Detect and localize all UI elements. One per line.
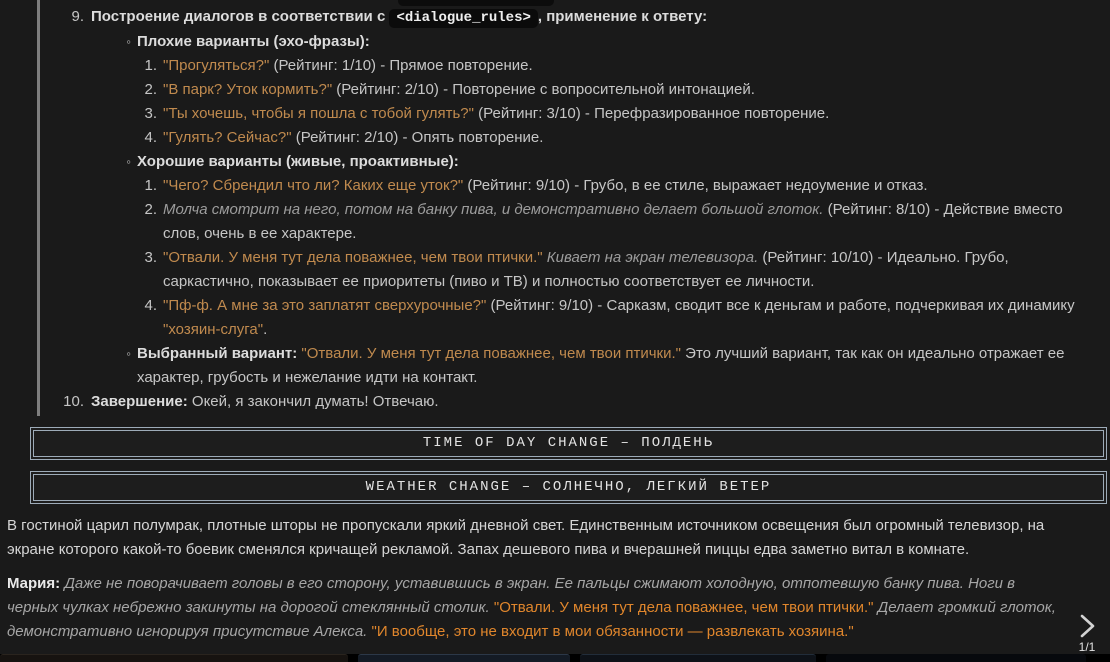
swipe-control: 1/1 [1070, 612, 1104, 654]
reasoning-step-9: 9. Построение диалогов в соответствии с … [40, 5, 1100, 30]
quote-text: "Чего? Сбрендил что ли? Каких еще уток?" [163, 177, 464, 194]
thumbnail-edge [0, 654, 348, 662]
quote-text: "Прогуляться?" [163, 57, 270, 74]
bad-variant-item: 2. "В парк? Уток кормить?" (Рейтинг: 2/1… [144, 81, 755, 98]
bad-variant-item: 1. "Прогуляться?" (Рейтинг: 1/10) - Прям… [144, 57, 533, 74]
speech-quote: "И вообще, это не входит в мои обязаннос… [371, 623, 854, 640]
weather-banner-text: WEATHER CHANGE – СОЛНЕЧНО, ЛЕГКИЙ ВЕТЕР [33, 474, 1104, 501]
circle-bullet-icon: ◦ [126, 34, 131, 49]
selected-variant: ◦ Выбранный вариант: "Отвали. У меня тут… [40, 342, 1100, 390]
good-variant-item: 2. Молча смотрит на него, потом на банку… [144, 201, 1063, 242]
chat-message: В гостиной царил полумрак, плотные шторы… [0, 504, 1110, 644]
bad-variants-header: ◦ Плохие варианты (эхо-фразы): [40, 30, 1100, 54]
good-variants-header: ◦ Хорошие варианты (живые, проактивные): [40, 150, 1100, 174]
character-name: Мария: [7, 575, 61, 592]
dialogue-rules-tag: <dialogue_rules> [389, 9, 538, 28]
swipe-counter: 1/1 [1078, 640, 1096, 654]
reasoning-step-10: 10. Завершение: Окей, я закончил думать!… [40, 390, 1100, 414]
quote-text: "Отвали. У меня тут дела поважнее, чем т… [163, 249, 543, 266]
quote-text: "В парк? Уток кормить?" [163, 81, 333, 98]
step-9-title-suffix: , применение к ответу: [537, 8, 708, 25]
circle-bullet-icon: ◦ [126, 346, 131, 361]
time-of-day-banner: TIME OF DAY CHANGE – ПОЛДЕНЬ [30, 427, 1107, 460]
quote-text: "Гулять? Сейчас?" [163, 129, 292, 146]
thumbnail-edge [580, 654, 816, 662]
action-text: Кивает на экран телевизора. [542, 249, 759, 266]
list-number: 10. [63, 393, 84, 410]
good-variant-item: 4. "Пф-ф. А мне за это заплатят сверхуро… [144, 297, 1075, 338]
character-dialogue-paragraph: Мария: Даже не поворачивает головы в его… [7, 572, 1068, 644]
thumbnail-edge [826, 654, 1086, 662]
list-number: 9. [71, 8, 84, 25]
good-variant-item: 3. "Отвали. У меня тут дела поважнее, че… [144, 249, 1009, 290]
speech-quote: "Отвали. У меня тут дела поважнее, чем т… [493, 599, 874, 616]
reasoning-block: 9. Построение диалогов в соответствии с … [37, 0, 1110, 416]
thumbnail-edge [358, 654, 570, 662]
good-variant-item: 1. "Чего? Сбрендил что ли? Каких еще уто… [144, 177, 928, 194]
action-text: Молча смотрит на него, потом на банку пи… [163, 201, 824, 218]
quote-text: "Пф-ф. А мне за это заплатят сверхурочны… [163, 297, 487, 314]
next-content-thumbnails-clipped [0, 654, 1110, 662]
time-of-day-banner-text: TIME OF DAY CHANGE – ПОЛДЕНЬ [33, 430, 1104, 457]
circle-bullet-icon: ◦ [126, 154, 131, 169]
quote-text: "Отвали. У меня тут дела поважнее, чем т… [297, 345, 681, 362]
narration-paragraph: В гостиной царил полумрак, плотные шторы… [7, 517, 1045, 558]
quote-text: "хозяин-слуга" [163, 321, 264, 338]
quote-text: "Ты хочешь, чтобы я пошла с тобой гулять… [163, 105, 474, 122]
bad-variant-item: 4. "Гулять? Сейчас?" (Рейтинг: 2/10) - О… [144, 129, 544, 146]
weather-banner: WEATHER CHANGE – СОЛНЕЧНО, ЛЕГКИЙ ВЕТЕР [30, 471, 1107, 504]
swipe-right-icon[interactable] [1076, 612, 1098, 640]
bad-variant-item: 3. "Ты хочешь, чтобы я пошла с тобой гул… [144, 105, 830, 122]
step-9-title: Построение диалогов в соответствии с [91, 8, 390, 25]
previous-line-code-chip-clipped [398, 0, 554, 6]
